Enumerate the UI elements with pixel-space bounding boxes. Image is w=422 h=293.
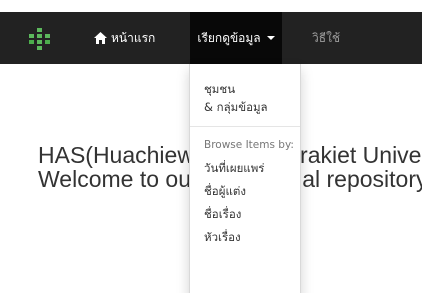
menu-item-communities-line1: ชุมชน [204, 82, 236, 96]
home-icon [94, 32, 107, 44]
menu-item-by-title[interactable]: ชื่อเรื่อง [190, 205, 300, 223]
menu-item-communities-line2: & กลุ่มข้อมูล [204, 100, 268, 114]
nav-help-label: วิธีใช้ [312, 30, 341, 45]
repository-logo-icon[interactable] [26, 28, 54, 50]
menu-item-by-subject[interactable]: หัวเรื่อง [190, 228, 300, 246]
nav-help-link[interactable]: วิธีใช้ [302, 12, 350, 64]
menu-header-browse-by: Browse Items by: [204, 139, 294, 151]
caret-down-icon [266, 36, 275, 40]
nav-browse-dropdown-toggle[interactable]: เรียกดูข้อมูล [190, 12, 282, 64]
top-navbar: หน้าแรก เรียกดูข้อมูล วิธีใช้ [0, 12, 422, 64]
menu-divider [190, 126, 300, 127]
browse-dropdown-menu: ชุมชน & กลุ่มข้อมูล Browse Items by: วัน… [189, 64, 301, 293]
nav-home-label: หน้าแรก [111, 30, 156, 45]
nav-browse-label: เรียกดูข้อมูล [197, 30, 261, 45]
page: HAS(Huachiew Chalermprakiet University A… [0, 0, 422, 293]
browse-by-list: วันที่เผยแพร่ ชื่อผู้แต่ง ชื่อเรื่อง หัว… [190, 159, 300, 246]
menu-item-by-author[interactable]: ชื่อผู้แต่ง [190, 182, 300, 200]
nav-home-link[interactable]: หน้าแรก [76, 12, 173, 64]
menu-item-by-date[interactable]: วันที่เผยแพร่ [190, 159, 300, 177]
menu-item-communities[interactable]: ชุมชน & กลุ่มข้อมูล [190, 80, 300, 116]
